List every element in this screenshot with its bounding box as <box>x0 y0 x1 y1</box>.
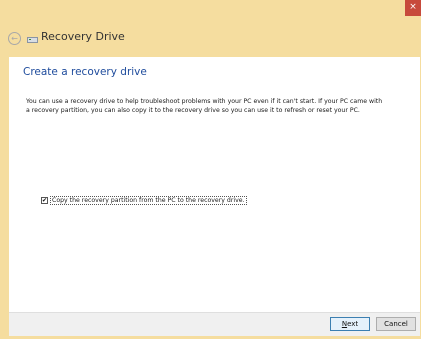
page-title: Create a recovery drive <box>23 66 147 78</box>
description-text: You can use a recovery drive to help tro… <box>26 98 383 114</box>
close-button[interactable]: × <box>405 0 421 16</box>
button-bar: Next Cancel <box>9 312 420 336</box>
cancel-button[interactable]: Cancel <box>376 317 416 331</box>
back-button[interactable]: ← <box>8 32 21 45</box>
content-panel: Create a recovery drive You can use a re… <box>9 57 420 312</box>
drive-icon <box>27 37 38 43</box>
recovery-drive-window: × ← Recovery Drive Create a recovery dri… <box>0 0 421 339</box>
copy-partition-label[interactable]: Copy the recovery partition from the PC … <box>50 195 247 205</box>
wizard-header: ← Recovery Drive <box>0 24 421 54</box>
window-title: Recovery Drive <box>41 30 125 43</box>
back-arrow-icon: ← <box>11 34 18 43</box>
copy-partition-option[interactable]: ✔ Copy the recovery partition from the P… <box>41 195 247 205</box>
next-button[interactable]: Next <box>330 317 370 331</box>
copy-partition-checkbox[interactable]: ✔ <box>41 196 48 204</box>
checkmark-icon: ✔ <box>42 196 48 204</box>
close-icon: × <box>409 2 417 12</box>
